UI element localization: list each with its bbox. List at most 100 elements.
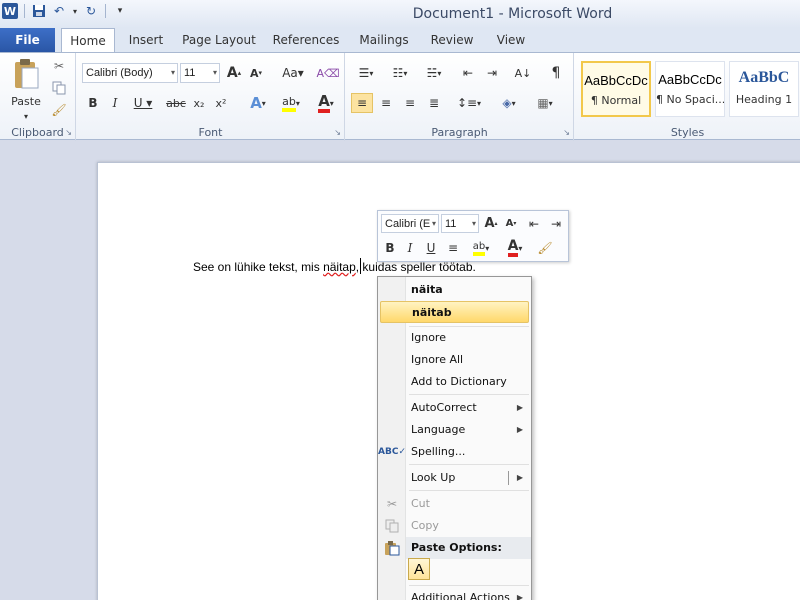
misspelled-word[interactable]: näitap: [323, 260, 356, 274]
additional-actions-item[interactable]: Additional Actions ▶: [378, 587, 531, 600]
styles-group: AaBbCcDc ¶ Normal AaBbCcDc ¶ No Spaci...…: [575, 53, 800, 141]
chevron-down-icon: ▾: [170, 68, 175, 77]
font-color-icon[interactable]: A ▾: [311, 93, 341, 113]
title-bar: W ↶ ▾ ↻ ▾ Document1 - Microsoft Word: [0, 0, 800, 28]
line-spacing-icon[interactable]: ↕≡ ▾: [454, 93, 484, 113]
cut-icon[interactable]: ✂: [50, 57, 68, 75]
style-name: ¶ Normal: [590, 94, 642, 107]
copy-item[interactable]: Copy: [378, 515, 531, 537]
tab-references[interactable]: References: [270, 28, 342, 52]
paste-options-icon: [383, 539, 401, 557]
mini-bold-icon[interactable]: B: [381, 238, 399, 258]
sort-icon[interactable]: A↓: [512, 63, 534, 83]
multilevel-list-icon[interactable]: ☵ ▾: [420, 63, 448, 83]
justify-icon[interactable]: ≣: [423, 93, 445, 113]
paste-options-header: Paste Options:: [406, 537, 531, 559]
align-right-icon[interactable]: ≡: [399, 93, 421, 113]
style-no-spacing[interactable]: AaBbCcDc ¶ No Spaci...: [655, 61, 725, 117]
tab-home[interactable]: Home: [61, 28, 115, 53]
mini-decrease-indent-icon[interactable]: ⇤: [524, 214, 544, 233]
numbering-icon[interactable]: ☷ ▾: [386, 63, 414, 83]
bullets-icon[interactable]: ☰ ▾: [352, 63, 380, 83]
mini-center-icon[interactable]: ≡: [444, 238, 462, 258]
shading-icon[interactable]: ◈ ▾: [494, 93, 524, 113]
align-left-icon[interactable]: ≡: [351, 93, 373, 113]
underline-icon[interactable]: U ▾: [129, 93, 157, 113]
submenu-arrow-icon: ▶: [516, 473, 523, 482]
cut-item[interactable]: Cut: [378, 493, 531, 515]
tab-review[interactable]: Review: [426, 28, 478, 52]
shrink-font-icon[interactable]: A ▾: [247, 63, 265, 83]
tab-file[interactable]: File: [0, 28, 55, 52]
styles-group-label: Styles: [670, 126, 705, 139]
show-formatting-icon[interactable]: ¶: [546, 63, 566, 83]
submenu-arrow-icon: ▶: [516, 425, 523, 434]
paragraph-group-label: Paragraph: [431, 126, 488, 139]
mini-font-color-icon[interactable]: A ▾: [500, 238, 530, 258]
font-group: Calibri (Body) ▾ 11 ▾ A ▴ A ▾ Aa▾ A⌫ B I U…: [77, 53, 345, 141]
window-title: Document1 - Microsoft Word: [412, 6, 613, 22]
document-text[interactable]: See on lühike tekst, mis näitap, kuidas …: [193, 260, 476, 274]
align-center-icon[interactable]: ≡: [375, 93, 397, 113]
style-sample: AaBbCcDc: [584, 73, 648, 88]
style-heading-1[interactable]: AaBbC Heading 1: [729, 61, 799, 117]
ignore-all-item[interactable]: Ignore All: [378, 349, 531, 371]
suggestion-item-selected[interactable]: näitab: [380, 301, 529, 323]
language-item[interactable]: Language ▶: [378, 419, 531, 441]
tab-page-layout[interactable]: Page Layout: [180, 28, 258, 52]
suggestion-item[interactable]: näita: [378, 279, 531, 301]
spelling-item[interactable]: Spelling...: [378, 441, 531, 463]
tab-insert[interactable]: Insert: [122, 28, 170, 52]
menu-divider: [409, 394, 529, 395]
paste-icon[interactable]: [10, 57, 42, 93]
increase-indent-icon[interactable]: ⇥: [482, 63, 502, 83]
ignore-item[interactable]: Ignore: [378, 327, 531, 349]
keep-text-only-paste-button[interactable]: A: [408, 558, 430, 580]
paragraph-group: ☰ ▾ ☷ ▾ ☵ ▾ ⇤ ⇥ A↓ ¶ ≡ ≡ ≡ ≣ ↕≡ ▾ ◈ ▾ ▦ ▾ Para…: [346, 53, 574, 141]
clipboard-launcher-icon[interactable]: ↘: [65, 128, 72, 137]
mini-format-painter-icon[interactable]: 🖌: [534, 238, 556, 258]
look-up-item[interactable]: Look Up ▶: [378, 467, 531, 489]
mini-font-name-value: Calibri (E: [385, 218, 431, 230]
style-name: ¶ No Spaci...: [656, 93, 724, 106]
mini-underline-icon[interactable]: U: [422, 238, 440, 258]
tab-mailings[interactable]: Mailings: [354, 28, 414, 52]
decrease-indent-icon[interactable]: ⇤: [458, 63, 478, 83]
clear-formatting-icon[interactable]: A⌫: [316, 63, 339, 83]
change-case-icon[interactable]: Aa▾: [279, 63, 307, 83]
clipboard-group-label: Clipboard: [11, 126, 64, 139]
subscript-icon[interactable]: x₂: [189, 93, 209, 113]
mini-shrink-font-icon[interactable]: A ▾: [502, 214, 520, 233]
chevron-down-icon: ▾: [471, 219, 476, 228]
mini-font-size-combo[interactable]: 11 ▾: [441, 214, 479, 233]
borders-icon[interactable]: ▦ ▾: [530, 93, 560, 113]
style-sample: AaBbC: [738, 69, 790, 86]
mini-grow-font-icon[interactable]: A ▴: [482, 214, 500, 233]
autocorrect-item[interactable]: AutoCorrect ▶: [378, 397, 531, 419]
mini-font-name-combo[interactable]: Calibri (E ▾: [381, 214, 439, 233]
mini-increase-indent-icon[interactable]: ⇥: [546, 214, 566, 233]
paragraph-launcher-icon[interactable]: ↘: [563, 128, 570, 137]
text-after: , kuidas speller töötab.: [355, 260, 476, 274]
font-launcher-icon[interactable]: ↘: [334, 128, 341, 137]
highlight-color-icon[interactable]: ab ▾: [275, 93, 307, 113]
bold-icon[interactable]: B: [83, 93, 103, 113]
menu-divider: [409, 585, 529, 586]
grow-font-icon[interactable]: A ▴: [225, 63, 243, 83]
paste-button[interactable]: Paste: [4, 93, 48, 109]
font-size-combo[interactable]: 11 ▾: [180, 63, 220, 83]
mini-highlight-icon[interactable]: ab ▾: [466, 238, 496, 258]
add-to-dictionary-item[interactable]: Add to Dictionary: [378, 371, 531, 393]
mini-italic-icon[interactable]: I: [401, 238, 419, 258]
paste-dropdown-icon[interactable]: ▾: [20, 111, 32, 121]
style-normal[interactable]: AaBbCcDc ¶ Normal: [581, 61, 651, 117]
italic-icon[interactable]: I: [105, 93, 125, 113]
tab-view[interactable]: View: [490, 28, 532, 52]
strikethrough-icon[interactable]: abc: [165, 93, 187, 113]
text-effects-icon[interactable]: A ▾: [243, 93, 273, 113]
superscript-icon[interactable]: x²: [211, 93, 231, 113]
font-name-combo[interactable]: Calibri (Body) ▾: [82, 63, 178, 83]
font-name-value: Calibri (Body): [86, 67, 153, 79]
copy-icon[interactable]: [50, 79, 68, 97]
format-painter-icon[interactable]: 🖌: [50, 101, 68, 119]
